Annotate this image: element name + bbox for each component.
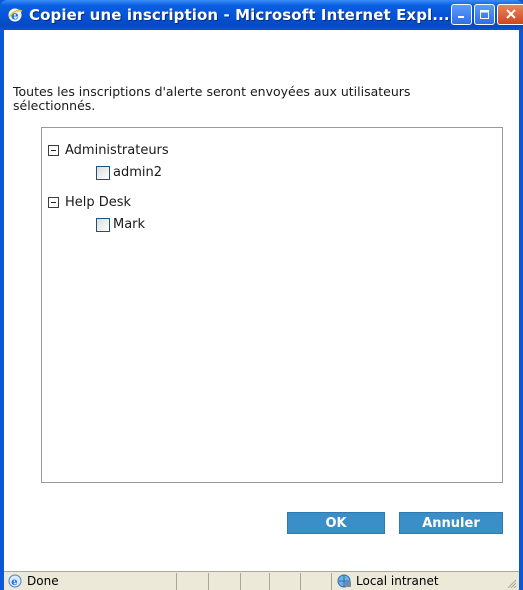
collapse-icon[interactable] [48,145,59,156]
group-administrateurs[interactable]: Administrateurs [48,143,169,158]
group-label: Help Desk [65,195,132,210]
ie-icon: e [7,7,23,23]
status-divider [331,573,332,590]
security-zone[interactable]: Local intranet [336,572,439,590]
svg-text:e: e [11,577,17,588]
minimize-icon [456,5,467,24]
resize-grip-icon[interactable] [507,578,517,589]
page-icon: e [7,573,23,589]
status-divider [300,573,301,590]
maximize-button[interactable] [474,4,495,25]
close-icon [505,5,517,24]
browser-window: e Copier une inscription - Microsoft Int… [0,0,523,590]
instruction-text: Toutes les inscriptions d'alerte seront … [13,84,411,113]
status-divider [269,573,270,590]
close-button[interactable] [497,4,523,25]
ok-button[interactable]: OK [287,512,385,534]
status-divider [208,573,209,590]
user-item-mark[interactable]: Mark [96,217,145,232]
user-selection-list[interactable]: Administrateurs admin2 Help Desk Mark [41,127,503,483]
status-bar: e Done Local intranet [4,571,519,590]
zone-label: Local intranet [356,574,439,588]
window-title: Copier une inscription - Microsoft Inter… [29,6,450,24]
collapse-icon[interactable] [48,197,59,208]
checkbox[interactable] [96,165,110,180]
user-item-admin2[interactable]: admin2 [96,165,162,180]
intranet-icon [336,573,352,589]
cancel-button[interactable]: Annuler [399,512,503,534]
maximize-icon [479,5,490,24]
dialog-content: Toutes les inscriptions d'alerte seront … [4,30,519,571]
title-bar[interactable]: e Copier une inscription - Microsoft Int… [0,0,523,30]
minimize-button[interactable] [451,4,472,25]
checkbox[interactable] [96,217,110,232]
group-help-desk[interactable]: Help Desk [48,195,131,210]
group-label: Administrateurs [65,143,169,158]
user-label: admin2 [113,165,163,180]
user-label: Mark [113,217,146,232]
status-divider [176,573,177,590]
status-divider [240,573,241,590]
status-text: Done [27,574,59,588]
